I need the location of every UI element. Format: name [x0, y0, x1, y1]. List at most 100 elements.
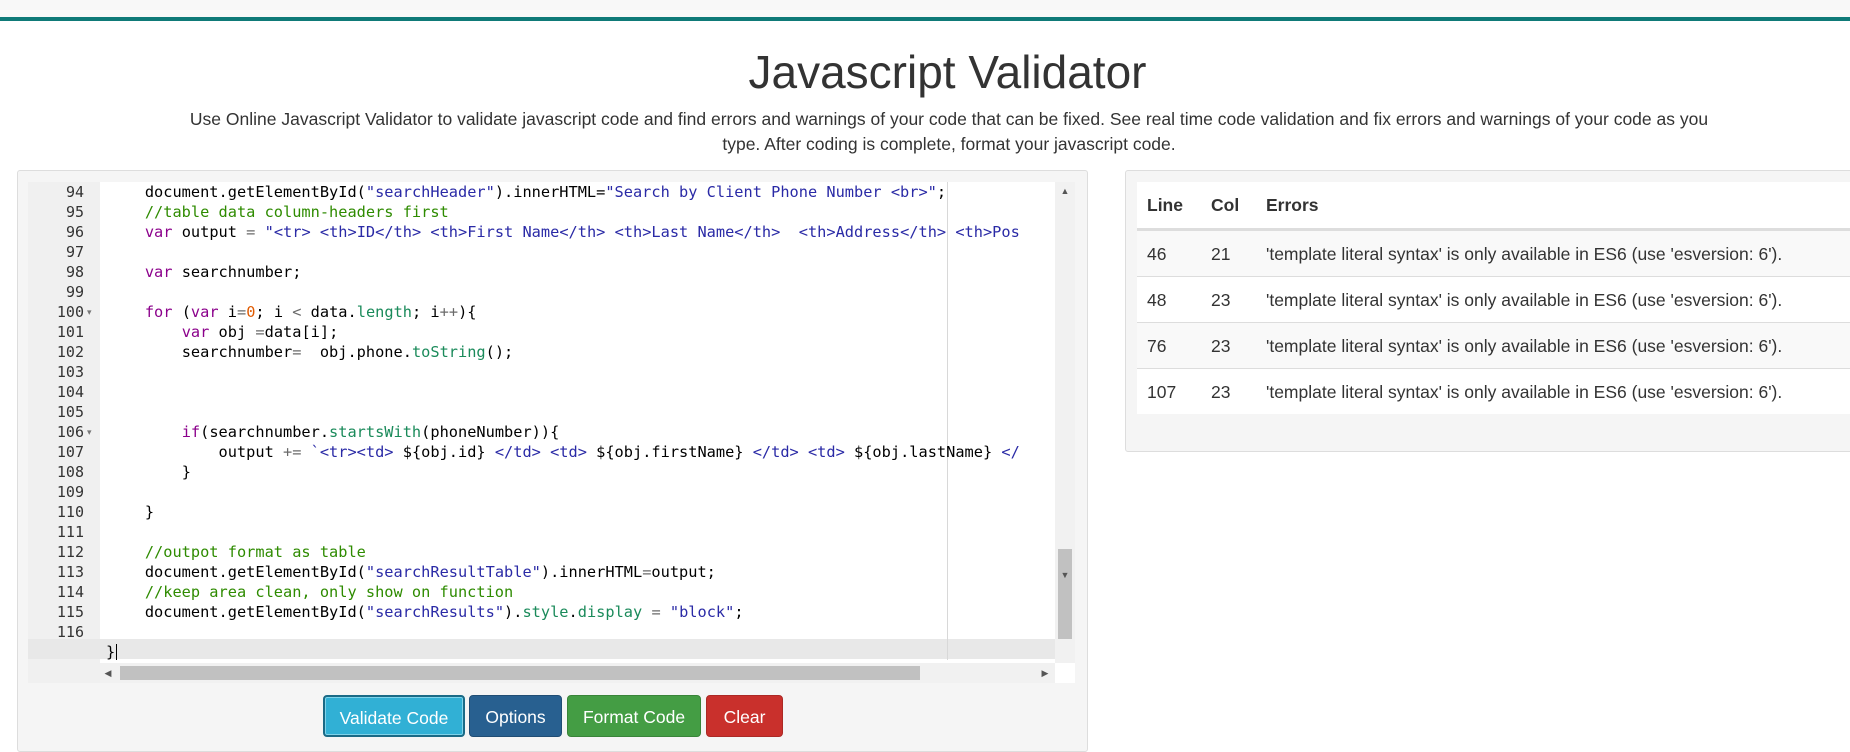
scroll-right-arrow-icon[interactable]: ▶ — [1037, 663, 1053, 683]
code-token: var — [144, 263, 173, 281]
line-number: 96 — [65, 223, 84, 241]
code-token: document — [144, 183, 219, 201]
code-token: (searchnumber. — [200, 423, 330, 441]
code-token: var — [181, 323, 210, 341]
line-number: 107 — [56, 443, 84, 461]
options-button[interactable]: Options — [469, 695, 562, 737]
code-line[interactable]: if(searchnumber.startsWith(phoneNumber))… — [108, 422, 560, 442]
code-token: .getElementById( — [218, 183, 366, 201]
code-line[interactable]: document.getElementById("searchResults")… — [108, 602, 744, 622]
errors-table-header: Line Col Errors — [1137, 182, 1850, 230]
code-token: . — [568, 603, 578, 621]
code-token: display — [577, 603, 643, 621]
validate-code-button[interactable]: Validate Code — [323, 695, 465, 737]
code-area[interactable]: document.getElementById("searchHeader").… — [100, 182, 1055, 663]
code-token: obj — [209, 323, 256, 341]
code-line[interactable]: document.getElementById("searchResultTab… — [108, 562, 716, 582]
code-token: searchnumber; — [172, 263, 302, 281]
code-token: ; — [936, 183, 947, 201]
code-line[interactable]: //outpot format as table — [108, 542, 366, 562]
error-column: 21 — [1211, 244, 1231, 264]
code-editor[interactable]: 94 95 96 97 98 99 100 ▾ 101 102 103 104 105 106 ▾ 107 10… — [28, 182, 1075, 683]
code-token: output — [218, 443, 283, 461]
line-number: 105 — [56, 403, 84, 421]
code-token: if — [181, 423, 201, 441]
code-token: = — [651, 603, 661, 621]
header-col: Col — [1211, 195, 1240, 215]
error-row[interactable]: 76 23 'template literal syntax' is only av… — [1137, 322, 1850, 369]
code-token: .getElementById( — [218, 603, 366, 621]
code-token: += — [282, 443, 302, 461]
code-token: ). — [504, 603, 523, 621]
format-code-button[interactable]: Format Code — [567, 695, 701, 737]
code-token: length — [356, 303, 412, 321]
horizontal-scrollbar[interactable]: ◀ ▶ — [100, 663, 1055, 683]
code-line[interactable]: } — [106, 642, 115, 662]
error-row[interactable]: 48 23 'template literal syntax' is only av… — [1137, 276, 1850, 323]
clear-button[interactable]: Clear — [706, 695, 783, 737]
line-number: 94 — [65, 183, 84, 201]
code-token: data. — [301, 303, 357, 321]
code-token: </td> <td> — [485, 443, 597, 461]
code-line[interactable]: } — [108, 462, 191, 482]
accent-bar — [0, 17, 1850, 21]
code-token: } — [144, 503, 155, 521]
code-token: </ — [992, 443, 1020, 461]
line-number: 111 — [56, 523, 84, 541]
code-line[interactable]: var output = "<tr> <th>ID</th> <th>First… — [108, 222, 1020, 242]
code-line[interactable]: document.getElementById("searchHeader").… — [108, 182, 946, 202]
code-line[interactable]: for (var i=0; i < data.length; i++){ — [108, 302, 477, 322]
code-token: (); — [485, 343, 514, 361]
horizontal-scroll-thumb[interactable] — [120, 666, 920, 680]
code-token: style — [522, 603, 569, 621]
code-token: //outpot format as table — [144, 543, 366, 561]
code-line[interactable]: //table data column-headers first — [108, 202, 449, 222]
scroll-left-arrow-icon[interactable]: ◀ — [100, 663, 116, 683]
line-number: 98 — [65, 263, 84, 281]
code-line[interactable]: } — [108, 502, 154, 522]
code-token: for — [144, 303, 173, 321]
line-number: 103 — [56, 363, 84, 381]
errors-table: Line Col Errors 46 21 'template literal sy… — [1137, 182, 1850, 414]
code-token: </td> <td> — [743, 443, 855, 461]
code-token: searchnumber — [181, 343, 293, 361]
code-line[interactable]: //keep area clean, only show on function — [108, 582, 513, 602]
code-line[interactable]: var searchnumber; — [108, 262, 302, 282]
code-token: obj.phone. — [301, 343, 412, 361]
error-row[interactable]: 46 21 'template literal syntax' is only av… — [1137, 230, 1850, 277]
code-line[interactable]: searchnumber= obj.phone.toString(); — [108, 342, 514, 362]
error-column: 23 — [1211, 290, 1231, 310]
line-number: 109 — [56, 483, 84, 501]
code-token: ){ — [458, 303, 477, 321]
code-line[interactable]: var obj =data[i]; — [108, 322, 339, 342]
error-line-number: 76 — [1147, 336, 1167, 356]
code-line[interactable]: output += `<tr><td> ${obj.id} </td> <td>… — [108, 442, 1020, 462]
line-number: 112 — [56, 543, 84, 561]
code-token: `<tr><td> — [310, 443, 403, 461]
vertical-scroll-thumb[interactable] — [1058, 549, 1072, 639]
code-token: i — [218, 303, 237, 321]
page-title: Javascript Validator — [748, 46, 1147, 98]
vertical-scrollbar[interactable]: ▲ ▼ — [1055, 182, 1075, 663]
error-column: 23 — [1211, 382, 1231, 402]
code-token: //table data column-headers first — [144, 203, 449, 221]
error-row[interactable]: 107 23 'template literal syntax' is only a… — [1137, 368, 1850, 415]
code-token: ; i — [255, 303, 293, 321]
error-line-number: 107 — [1147, 382, 1177, 402]
fold-triangle-icon[interactable]: ▾ — [87, 422, 97, 442]
scroll-down-arrow-icon[interactable]: ▼ — [1055, 568, 1075, 582]
fold-triangle-icon[interactable]: ▾ — [87, 302, 97, 322]
code-token: ).innerHTML — [540, 563, 643, 581]
code-token: var — [144, 223, 173, 241]
header-line: Line — [1147, 195, 1183, 215]
scroll-up-arrow-icon[interactable]: ▲ — [1055, 184, 1075, 198]
